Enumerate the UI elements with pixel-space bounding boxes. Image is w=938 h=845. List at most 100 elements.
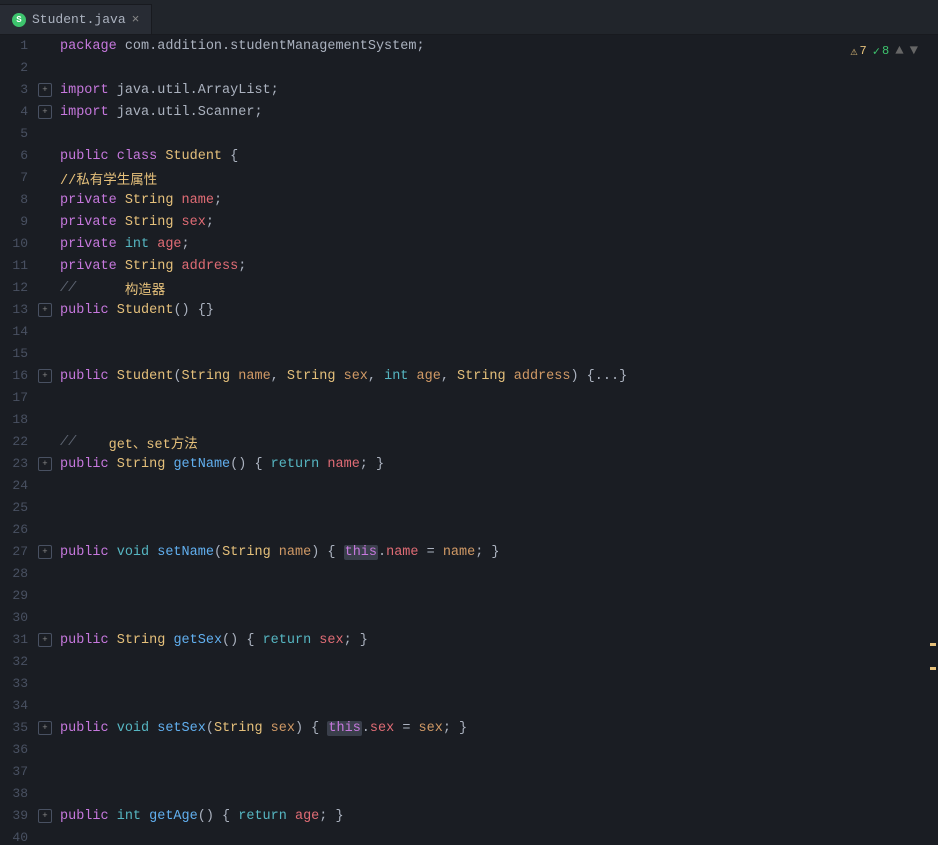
gutter-line-39: 39+ [0,805,52,827]
line-number: 2 [0,57,38,79]
token-param: age [417,369,441,384]
line-number-gutter: 123+4+5678910111213+141516+17182223+2425… [0,35,52,845]
token-kw2: return [238,809,295,824]
gutter-line-8: 8 [0,189,52,211]
line-number: 35 [0,717,38,739]
token-kw: package [60,39,125,54]
code-line-12: // 构造器 [56,277,938,299]
line-number: 24 [0,475,38,497]
gutter-line-37: 37 [0,761,52,783]
token-this-kw: this [327,721,361,736]
fold-button[interactable]: + [38,303,52,317]
line-number: 34 [0,695,38,717]
line-number: 26 [0,519,38,541]
code-editor[interactable]: package com.addition.studentManagementSy… [52,35,938,845]
nav-up-button[interactable]: ▲ [895,43,903,59]
line-number: 29 [0,585,38,607]
code-line-9: private String sex; [56,211,938,233]
token-punc: () {} [173,303,214,318]
token-punc: ) { [295,721,327,736]
gutter-line-28: 28 [0,563,52,585]
warning-icon: ⚠ [850,44,857,59]
line-number: 25 [0,497,38,519]
token-kw: class [117,149,166,164]
token-type: String [222,545,279,560]
line-number: 36 [0,739,38,761]
gutter-line-12: 12 [0,277,52,299]
code-line-3: import java.util.ArrayList; [56,79,938,101]
tab-student-java[interactable]: S Student.java × [0,4,152,34]
gutter-line-31: 31+ [0,629,52,651]
fold-button[interactable]: + [38,633,52,647]
fold-button[interactable]: + [38,105,52,119]
scroll-overview[interactable] [928,35,938,845]
line-number: 12 [0,277,38,299]
code-line-24 [56,475,938,497]
token-kw2: void [117,721,158,736]
token-punc: . [362,721,370,736]
gutter-line-17: 17 [0,387,52,409]
code-line-29 [56,585,938,607]
fold-button[interactable]: + [38,457,52,471]
line-number: 7 [0,167,38,189]
line-number: 4 [0,101,38,123]
scroll-mark [930,667,936,670]
fold-button[interactable]: + [38,721,52,735]
gutter-line-26: 26 [0,519,52,541]
gutter-line-29: 29 [0,585,52,607]
code-line-11: private String address; [56,255,938,277]
gutter-line-15: 15 [0,343,52,365]
line-number: 28 [0,563,38,585]
token-punc: ; } [319,809,343,824]
token-param: address [514,369,571,384]
token-comment: // [60,281,76,296]
token-punc: ( [214,545,222,560]
gutter-line-24: 24 [0,475,52,497]
token-punc: ; } [475,545,499,560]
fold-button[interactable]: + [38,809,52,823]
line-number: 10 [0,233,38,255]
token-param: name [238,369,270,384]
code-line-32 [56,651,938,673]
token-var: address [182,259,239,274]
token-punc [76,435,108,450]
token-fn: getAge [149,809,198,824]
gutter-line-11: 11 [0,255,52,277]
gutter-line-23: 23+ [0,453,52,475]
code-line-13: public Student() {} [56,299,938,321]
line-number: 13 [0,299,38,321]
line-number: 18 [0,409,38,431]
nav-down-button[interactable]: ▼ [910,43,918,59]
code-line-35: public void setSex(String sex) { this.se… [56,717,938,739]
gutter-line-34: 34 [0,695,52,717]
token-fn: getSex [173,633,222,648]
token-kw2: return [263,633,320,648]
code-line-31: public String getSex() { return sex; } [56,629,938,651]
token-comment-cn: //私有学生属性 [60,168,157,189]
line-number: 6 [0,145,38,167]
code-line-16: public Student(String name, String sex, … [56,365,938,387]
fold-button[interactable]: + [38,83,52,97]
token-kw: private [60,237,125,252]
tab-close-button[interactable]: × [132,12,140,27]
token-punc: = [419,545,443,560]
code-line-39: public int getAge() { return age; } [56,805,938,827]
gutter-line-38: 38 [0,783,52,805]
token-kw: public [60,369,117,384]
token-this-kw: this [344,545,378,560]
fold-button[interactable]: + [38,369,52,383]
line-number: 11 [0,255,38,277]
code-line-10: private int age; [56,233,938,255]
line-number: 37 [0,761,38,783]
fold-button[interactable]: + [38,545,52,559]
token-punc: () { [198,809,239,824]
line-number: 8 [0,189,38,211]
code-line-30 [56,607,938,629]
code-line-36 [56,739,938,761]
code-line-38 [56,783,938,805]
token-kw: public [60,457,117,472]
ok-count: 8 [882,44,889,58]
line-number: 15 [0,343,38,365]
token-var: sex [319,633,343,648]
token-punc: ; } [344,633,368,648]
